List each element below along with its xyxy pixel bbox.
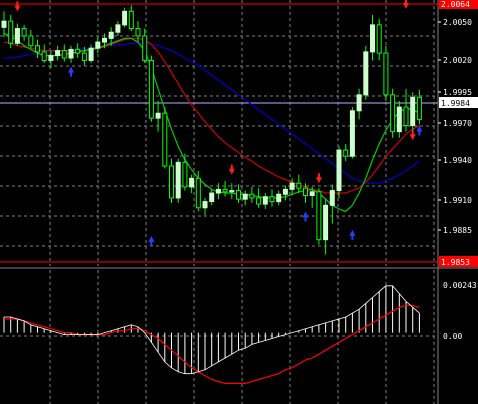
price-axis-label: 1.9970: [443, 119, 472, 128]
candle-body: [41, 51, 47, 61]
candle-body: [416, 96, 422, 120]
candle-body: [115, 24, 121, 33]
candle-body: [363, 51, 369, 96]
candle-body: [14, 28, 20, 44]
candle-body: [68, 48, 74, 59]
candle-body: [81, 52, 87, 61]
candle-body: [21, 28, 27, 37]
candle-body: [242, 193, 248, 200]
candle-body: [329, 190, 335, 206]
low-line-label: 1.9853: [441, 258, 470, 267]
candle-body: [336, 149, 342, 192]
candle-body: [256, 197, 262, 205]
candle-body: [303, 187, 308, 196]
price-axis-label: 1.9995: [443, 88, 472, 97]
candle-body: [35, 45, 40, 53]
candle-body: [370, 24, 375, 53]
candle-body: [122, 10, 128, 26]
price-axis-label: 2.0020: [443, 56, 472, 65]
price-axis-label: 1.9910: [443, 196, 472, 205]
candle-body: [1, 20, 7, 28]
candle-body: [61, 50, 67, 59]
candle-body: [182, 161, 188, 188]
candle-body: [282, 188, 288, 195]
price-axis-label: 1.9940: [443, 156, 472, 165]
candle-body: [396, 106, 402, 133]
candle-body: [209, 192, 215, 203]
candle-body: [390, 94, 396, 133]
candle-body: [343, 149, 349, 157]
candle-body: [383, 52, 389, 96]
candle-body: [28, 35, 34, 47]
candle-body: [55, 50, 61, 57]
candle-body: [75, 48, 81, 54]
candle-body: [202, 201, 208, 209]
candle-body: [215, 188, 221, 194]
candle-body: [102, 37, 107, 43]
candle-body: [262, 196, 268, 205]
candle-body: [276, 193, 282, 203]
price-axis-label: 1.9885: [443, 226, 472, 235]
candle-body: [289, 182, 295, 190]
candle-body: [229, 190, 235, 193]
candle-body: [142, 35, 148, 61]
indicator-axis-label: 0.00: [443, 332, 462, 341]
candle-body: [296, 182, 302, 189]
candle-body: [135, 28, 141, 37]
candle-body: [128, 10, 134, 30]
candle-body: [222, 188, 228, 193]
current-price-label: 1.9984: [441, 99, 470, 108]
candle-body: [189, 177, 195, 188]
candle-body: [8, 20, 14, 44]
candle-body: [108, 31, 114, 39]
candle-body: [155, 112, 161, 119]
candle-body: [195, 177, 201, 209]
candle-body: [316, 191, 322, 241]
candle-body: [95, 41, 101, 49]
high-line-label: 2.0064: [441, 0, 470, 9]
candle-body: [175, 161, 181, 199]
candle-body: [376, 24, 382, 54]
candle-body: [356, 94, 362, 112]
candle-body: [249, 193, 255, 199]
candle-body: [169, 165, 174, 199]
candle-body: [148, 59, 154, 119]
candle-body: [88, 47, 94, 61]
candle-body: [48, 55, 54, 61]
candle-body: [269, 196, 275, 203]
candle-body: [410, 96, 416, 127]
candle-body: [162, 112, 168, 167]
candle-body: [349, 110, 355, 157]
candle-body: [403, 106, 409, 127]
trading-chart[interactable]: 2.0050 2.0020 1.9995 1.9970 1.9940 1.9910 1.98…: [0, 0, 478, 404]
candle-body: [309, 191, 315, 196]
candle-body: [323, 204, 329, 241]
candle-body: [236, 190, 241, 200]
indicator-axis-label: 0.00243: [443, 281, 477, 290]
price-axis-label: 2.0050: [443, 18, 472, 27]
